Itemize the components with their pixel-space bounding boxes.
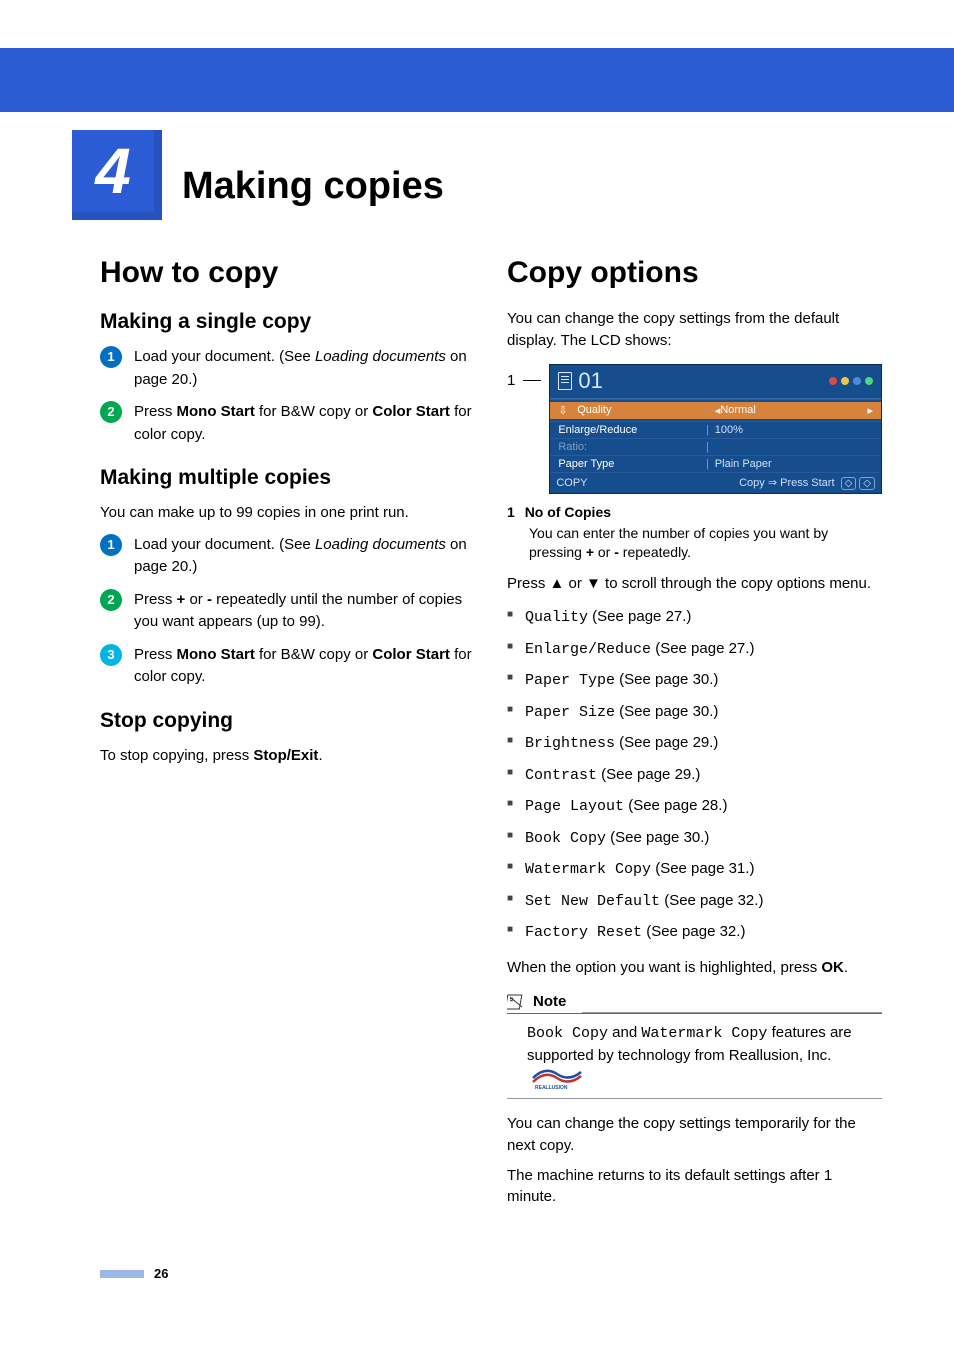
note-body: Book Copy and Watermark Copy features ar…	[507, 1014, 882, 1100]
option-paper-size: Paper Size (See page 30.)	[507, 697, 882, 729]
key-ok: OK	[821, 959, 844, 976]
header-banner	[0, 48, 954, 112]
chapter-number: 4	[72, 130, 162, 220]
key-mono-start: Mono Start	[177, 646, 255, 663]
how-to-copy-heading: How to copy	[100, 256, 475, 290]
key-color-start: Color Start	[372, 403, 450, 420]
start-badge-mono-icon: ◇	[841, 477, 857, 490]
step-badge-2: 2	[100, 401, 122, 423]
lcd-copies-count: 01	[558, 368, 602, 394]
multi-step-1: 1 Load your document. (See Loading docum…	[100, 534, 475, 579]
stop-copying-body: To stop copying, press Stop/Exit.	[100, 745, 475, 767]
copy-options-list: Quality (See page 27.) Enlarge/Reduce (S…	[507, 602, 882, 949]
left-column: How to copy Making a single copy 1 Load …	[100, 256, 475, 1216]
ink-dot-red	[829, 377, 837, 385]
lcd-footer: COPY Copy ⇒ Press Start ◇◇	[550, 472, 881, 493]
link-loading-documents[interactable]: Loading documents	[315, 536, 446, 553]
key-plus: +	[177, 591, 186, 608]
single-copy-step-2: 2 Press Mono Start for B&W copy or Color…	[100, 401, 475, 446]
lcd-row-quality: ⇩ Quality | ◂ Normal ▸	[550, 399, 881, 421]
ink-dot-blue	[853, 377, 861, 385]
chapter-title: Making copies	[182, 165, 444, 220]
option-set-new-default: Set New Default (See page 32.)	[507, 886, 882, 918]
lcd-row-enlarge: Enlarge/Reduce|100%	[550, 421, 881, 438]
copy-options-heading: Copy options	[507, 256, 882, 290]
temp-settings-text: You can change the copy settings tempora…	[507, 1113, 882, 1157]
step-badge-3: 3	[100, 644, 122, 666]
option-paper-type: Paper Type (See page 30.)	[507, 665, 882, 697]
option-contrast: Contrast (See page 29.)	[507, 760, 882, 792]
single-copy-step-1: 1 Load your document. (See Loading docum…	[100, 346, 475, 391]
option-book-copy: Book Copy (See page 30.)	[507, 823, 882, 855]
option-enlarge-reduce: Enlarge/Reduce (See page 27.)	[507, 634, 882, 666]
note-icon	[507, 993, 527, 1011]
chapter-header: 4 Making copies	[72, 130, 882, 220]
multi-step-2: 2 Press + or - repeatedly until the numb…	[100, 589, 475, 634]
lcd-row-ratio: Ratio:|	[550, 438, 881, 455]
step-badge-1: 1	[100, 534, 122, 556]
making-single-copy-heading: Making a single copy	[100, 310, 475, 334]
link-loading-documents[interactable]: Loading documents	[315, 348, 446, 365]
start-badge-color-icon: ◇	[859, 477, 875, 490]
callout-number: 1	[507, 364, 515, 389]
lcd-row-papertype: Paper Type|Plain Paper	[550, 455, 881, 472]
option-watermark-copy: Watermark Copy (See page 31.)	[507, 854, 882, 886]
lcd-legend-sub: You can enter the number of copies you w…	[529, 524, 882, 563]
note-box: Note Book Copy and Watermark Copy featur…	[507, 993, 882, 1100]
step-badge-1: 1	[100, 346, 122, 368]
return-default-text: The machine returns to its default setti…	[507, 1165, 882, 1209]
scroll-hint: Press ▲ or ▼ to scroll through the copy …	[507, 573, 882, 595]
making-multiple-copies-heading: Making multiple copies	[100, 466, 475, 490]
footer-accent-bar	[100, 1270, 144, 1278]
step-text: Press	[134, 403, 177, 420]
document-icon	[558, 372, 572, 390]
page-number: 26	[154, 1266, 168, 1281]
option-brightness: Brightness (See page 29.)	[507, 728, 882, 760]
multi-intro: You can make up to 99 copies in one prin…	[100, 502, 475, 524]
ink-level-dots	[829, 377, 873, 385]
copy-options-intro: You can change the copy settings from th…	[507, 308, 882, 352]
page-footer: 26	[100, 1266, 882, 1281]
lcd-diagram: 1 01	[507, 364, 882, 494]
lcd-screen: 01 ⇩ Quality |	[549, 364, 882, 494]
note-label: Note	[533, 993, 566, 1010]
option-quality: Quality (See page 27.)	[507, 602, 882, 634]
ink-dot-yellow	[841, 377, 849, 385]
stop-copying-heading: Stop copying	[100, 709, 475, 733]
key-color-start: Color Start	[372, 646, 450, 663]
press-ok-hint: When the option you want is highlighted,…	[507, 957, 882, 979]
step-badge-2: 2	[100, 589, 122, 611]
reallusion-logo: REALLUSION	[531, 1068, 583, 1090]
ink-dot-green	[865, 377, 873, 385]
lcd-legend: 1 No of Copies	[507, 504, 882, 520]
key-mono-start: Mono Start	[177, 403, 255, 420]
key-plus: +	[586, 544, 594, 560]
step-text: Load your document. (See	[134, 348, 315, 365]
option-factory-reset: Factory Reset (See page 32.)	[507, 917, 882, 949]
multi-step-3: 3 Press Mono Start for B&W copy or Color…	[100, 644, 475, 689]
callout-line	[523, 380, 541, 381]
right-column: Copy options You can change the copy set…	[507, 256, 882, 1216]
option-page-layout: Page Layout (See page 28.)	[507, 791, 882, 823]
svg-text:REALLUSION: REALLUSION	[535, 1085, 568, 1090]
key-stop-exit: Stop/Exit	[253, 747, 318, 764]
